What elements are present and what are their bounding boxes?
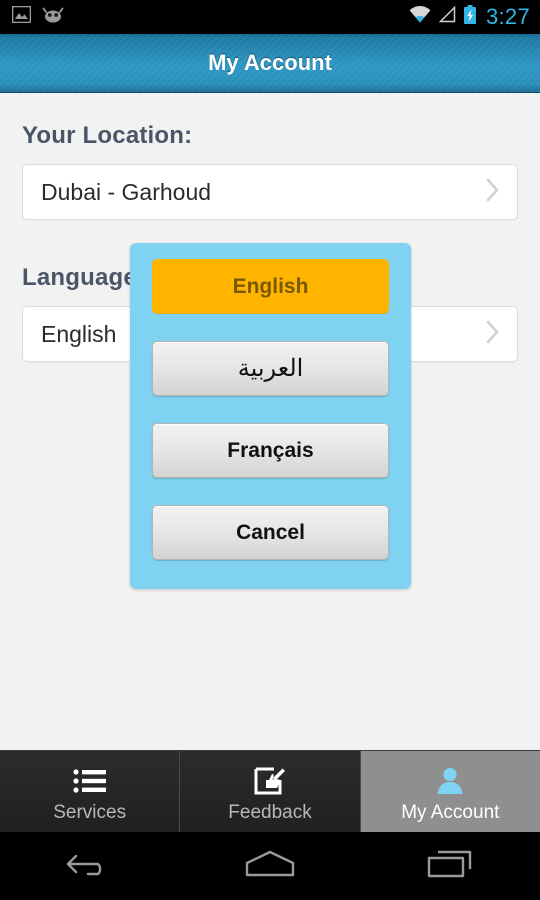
recents-button[interactable] [360, 847, 540, 886]
language-option-english[interactable]: English [152, 259, 389, 314]
page-title: My Account [208, 50, 332, 75]
status-bar-left-icons [11, 5, 64, 28]
language-picker-dialog: English العربية Français Cancel [130, 243, 411, 589]
location-label: Your Location: [22, 122, 193, 149]
tab-services[interactable]: Services [0, 751, 181, 832]
location-value: Dubai - Garhoud [41, 178, 212, 205]
battery-charging-icon [463, 4, 477, 30]
chevron-right-icon [485, 177, 501, 208]
tab-my-account[interactable]: My Account [360, 751, 540, 832]
android-head-icon [42, 7, 64, 28]
status-bar-right-icons: 3:27 [409, 4, 530, 30]
status-bar-clock: 3:27 [485, 4, 530, 29]
home-icon [241, 847, 299, 886]
tab-feedback[interactable]: Feedback [180, 751, 361, 832]
status-bar: 3:27 [0, 0, 540, 34]
system-nav-bar [0, 832, 540, 900]
tab-feedback-label: Feedback [228, 801, 312, 823]
recents-icon [425, 847, 475, 886]
tab-services-label: Services [53, 801, 127, 823]
list-icon [73, 764, 107, 798]
chevron-right-icon [485, 319, 501, 350]
home-button[interactable] [180, 847, 360, 886]
person-icon [435, 764, 465, 798]
back-arrow-icon [66, 848, 114, 885]
cancel-button[interactable]: Cancel [152, 505, 389, 560]
image-icon [11, 5, 32, 28]
location-select-field[interactable]: Dubai - Garhoud [22, 164, 518, 220]
language-option-arabic[interactable]: العربية [152, 341, 389, 396]
language-option-french[interactable]: Français [152, 423, 389, 478]
wifi-icon [409, 6, 431, 28]
bottom-tab-bar: Services Feedback My Account [0, 750, 540, 832]
cellular-signal-icon [438, 5, 456, 28]
back-button[interactable] [0, 848, 180, 885]
tab-my-account-label: My Account [401, 801, 500, 823]
compose-feedback-icon [254, 764, 286, 798]
app-title-bar: My Account [0, 34, 540, 93]
